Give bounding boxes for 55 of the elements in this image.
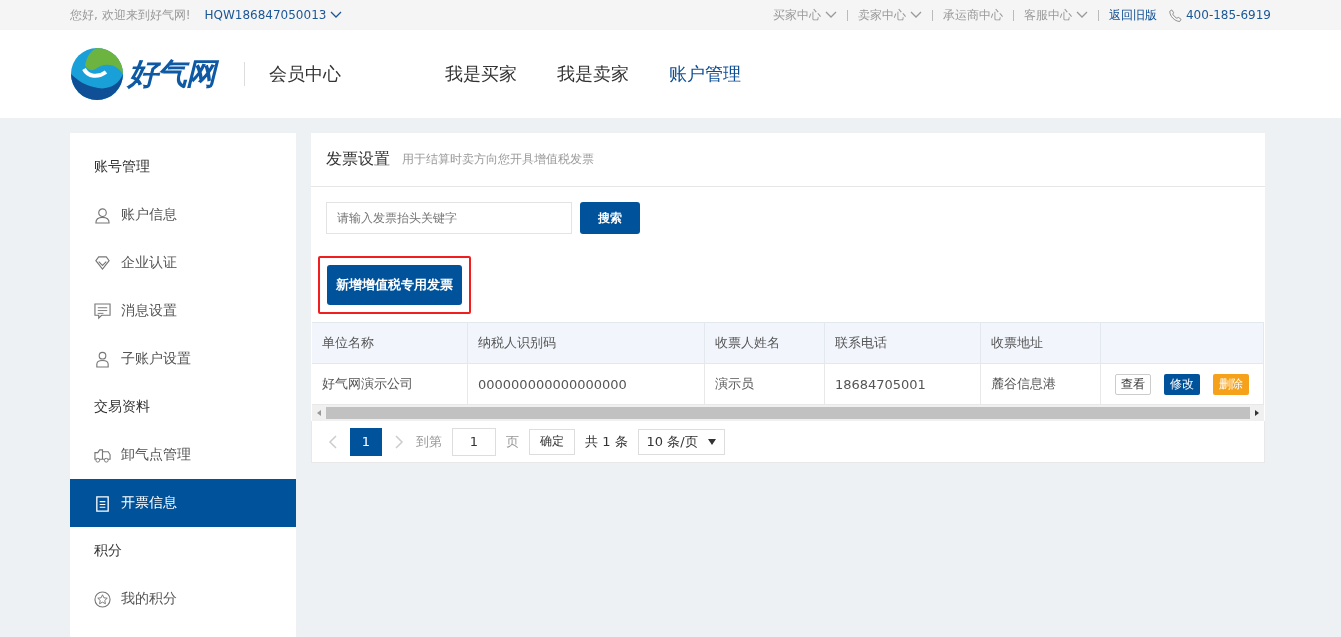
- sidebar-item[interactable]: 消息设置: [70, 287, 296, 335]
- sidebar-item[interactable]: 企业认证: [70, 239, 296, 287]
- section-title: 会员中心: [269, 62, 342, 86]
- search-field[interactable]: 请输入发票抬头关键字: [326, 202, 572, 234]
- column-header: 纳税人识别码: [467, 322, 705, 364]
- column-header: 联系电话: [824, 322, 981, 364]
- table-cell: 演示员: [704, 363, 825, 405]
- confirm-button[interactable]: 确定: [529, 428, 575, 455]
- page-unit: 页: [506, 432, 519, 451]
- table-cell: 好气网演示公司: [312, 363, 468, 405]
- diamond-icon: [94, 254, 111, 272]
- horizontal-scrollbar[interactable]: [312, 405, 1264, 421]
- truck-icon: [94, 446, 111, 464]
- table-cell: 000000000000000000: [467, 363, 705, 405]
- column-header: 收票人姓名: [704, 322, 825, 364]
- total-count: 共 1 条: [585, 432, 628, 451]
- search-button[interactable]: 搜索: [580, 202, 640, 234]
- goto-label: 到第: [416, 432, 442, 451]
- star-badge-icon: [94, 590, 111, 608]
- next-page-icon[interactable]: [392, 433, 406, 450]
- previous-page-icon[interactable]: [326, 433, 340, 450]
- document-icon: [94, 494, 111, 512]
- dropdown-icon: [707, 438, 716, 445]
- username-menu[interactable]: HQW186847050013: [204, 8, 343, 22]
- column-header: 收票地址: [980, 322, 1101, 364]
- user-icon: [94, 206, 111, 224]
- row-action-button[interactable]: 修改: [1164, 373, 1200, 395]
- sidebar-item[interactable]: 子账户设置: [70, 335, 296, 383]
- phone-number: 400-185-6919: [1186, 8, 1271, 22]
- person-icon: [94, 350, 111, 368]
- sidebar-heading: 账号管理: [93, 157, 151, 176]
- nav-tab[interactable]: 账户管理: [669, 62, 741, 86]
- swirl-logo-icon: [70, 47, 124, 101]
- sidebar-item[interactable]: 账户信息: [70, 191, 296, 239]
- sidebar-item[interactable]: 我的积分: [70, 575, 296, 623]
- phone-icon: [1169, 8, 1182, 22]
- sidebar-item[interactable]: 开票信息: [70, 479, 296, 527]
- page-input[interactable]: 1: [452, 427, 496, 456]
- message-icon: [94, 302, 111, 320]
- top-link[interactable]: 返回旧版: [1109, 6, 1157, 24]
- welcome-text: 您好, 欢迎来到好气网!: [70, 6, 191, 24]
- sidebar-heading: 交易资料: [93, 397, 151, 416]
- panel-title: 发票设置: [326, 149, 390, 170]
- row-action-button[interactable]: 查看: [1115, 373, 1151, 395]
- page-size-select[interactable]: 10 条/页: [637, 428, 725, 455]
- add-invoice-button[interactable]: 新增增值税专用发票: [327, 265, 462, 305]
- sidebar-item[interactable]: 卸气点管理: [70, 431, 296, 479]
- panel-subtitle: 用于结算时卖方向您开具增值税发票: [402, 151, 594, 168]
- table-cell: 18684705001: [824, 363, 981, 405]
- column-header: 单位名称: [312, 322, 468, 364]
- table-cell: 麓谷信息港: [980, 363, 1101, 405]
- nav-tab[interactable]: 我是买家: [445, 62, 517, 86]
- nav-tab[interactable]: 我是卖家: [557, 62, 629, 86]
- sidebar-heading: 积分: [93, 541, 123, 560]
- page-number[interactable]: 1: [350, 427, 382, 456]
